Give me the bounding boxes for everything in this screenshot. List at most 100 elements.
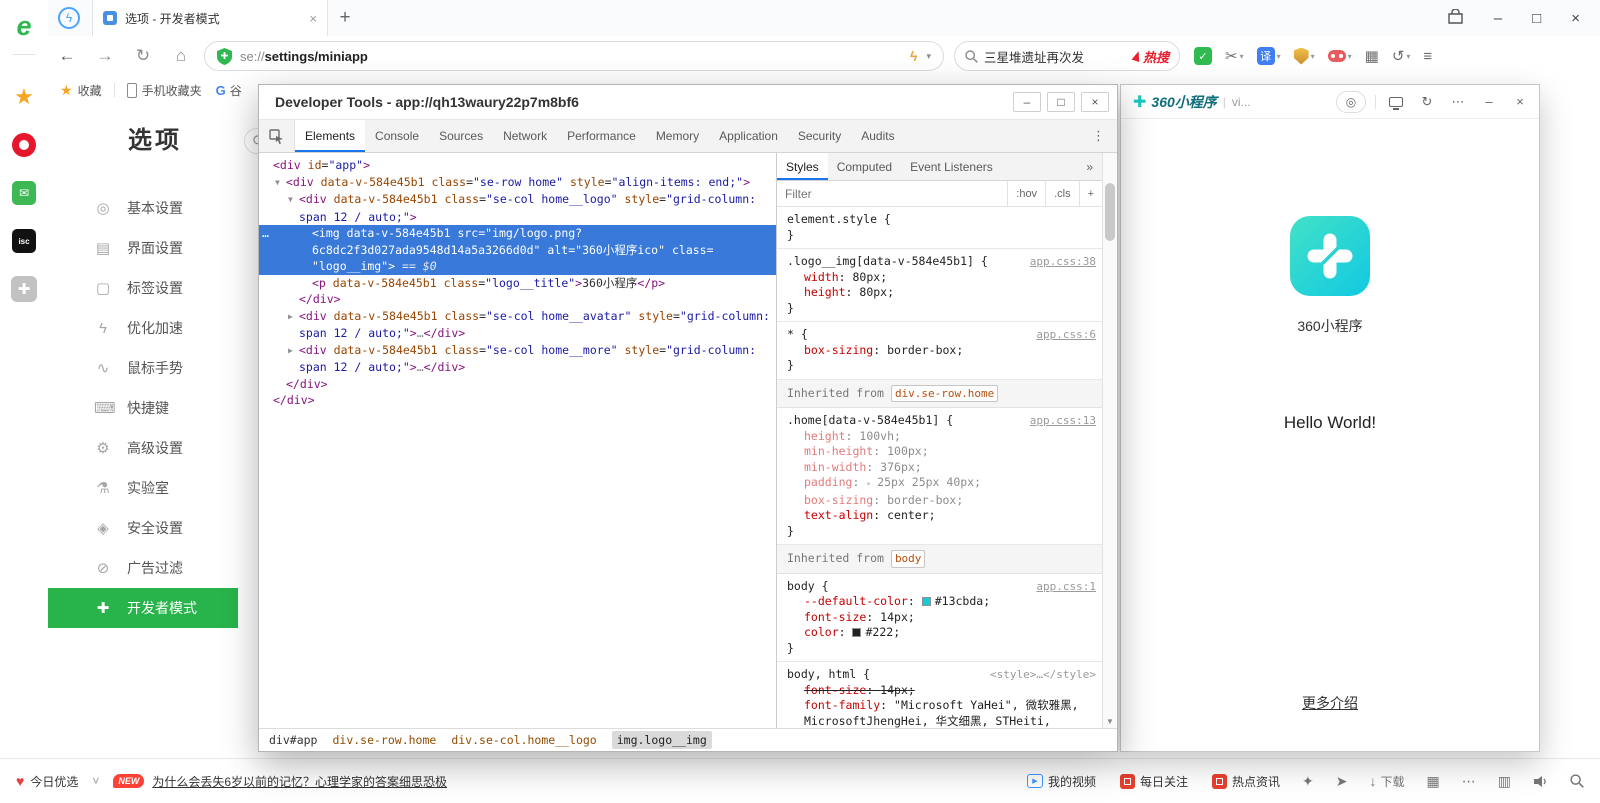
sidebar-item[interactable]: ◎基本设置 <box>48 188 238 228</box>
expand-arrow-icon[interactable]: ▶ <box>288 309 299 326</box>
back-button[interactable]: ← <box>48 46 86 66</box>
desktop-mode-icon[interactable] <box>1385 91 1407 113</box>
dom-tree-line[interactable]: ▶<div data-v-584e45b1 class="se-col home… <box>259 342 776 360</box>
devtools-maximize-button[interactable]: □ <box>1047 92 1075 112</box>
breadcrumb-item[interactable]: div.se-row.home <box>332 733 436 747</box>
download-item[interactable]: ↓下载 <box>1370 773 1405 790</box>
sidebar-item[interactable]: ⌨快捷键 <box>48 388 238 428</box>
hot-news-item[interactable]: 热点资讯 <box>1212 773 1280 790</box>
tab-close-icon[interactable]: × <box>309 11 317 26</box>
dom-tree-line[interactable]: </div> <box>259 291 776 308</box>
locate-button[interactable]: ◎ <box>1336 91 1366 113</box>
css-property[interactable]: color: #222; <box>787 625 1096 641</box>
new-style-rule-button[interactable]: + <box>1079 181 1102 206</box>
devtools-tab-memory[interactable]: Memory <box>646 120 709 152</box>
css-property[interactable]: width: 80px; <box>787 270 1096 286</box>
more-panels-icon[interactable]: » <box>1086 160 1102 174</box>
dom-tree-line[interactable]: ▶<div data-v-584e45b1 class="se-col home… <box>259 308 776 326</box>
dom-tree-line[interactable]: span 12 / auto;">…</div> <box>259 359 776 376</box>
expand-arrow-icon[interactable]: ▶ <box>288 343 299 360</box>
css-property[interactable]: height: 100vh; <box>787 429 1096 445</box>
today-pick-label[interactable]: 今日优选 <box>30 773 78 790</box>
sidebar-item[interactable]: ϟ优化加速 <box>48 308 238 348</box>
home-button[interactable]: ⌂ <box>162 46 200 66</box>
devtools-tab-network[interactable]: Network <box>493 120 557 152</box>
sidebar-item[interactable]: ◈安全设置 <box>48 508 238 548</box>
stylesheet-link[interactable]: app.css:38 <box>1024 254 1096 270</box>
tab-event-listeners[interactable]: Event Listeners <box>901 153 1002 180</box>
isc-rail-icon[interactable]: isc <box>0 217 48 265</box>
note-extension-icon[interactable]: ✓ <box>1194 47 1212 65</box>
screenshot-tool[interactable]: ✂▾ <box>1225 47 1244 65</box>
devtools-minimize-button[interactable]: – <box>1013 92 1041 112</box>
css-property[interactable]: box-sizing: border-box; <box>787 493 1096 509</box>
google-bookmark-label[interactable]: 谷 <box>230 82 242 99</box>
collapse-arrow-icon[interactable]: ▼ <box>275 175 286 192</box>
sidebar-item[interactable]: ✚开发者模式 <box>48 588 238 628</box>
breadcrumb-item[interactable]: img.logo__img <box>612 731 712 749</box>
speed-mode-icon[interactable]: ϟ <box>58 7 80 29</box>
dom-tree-line[interactable]: span 12 / auto;">…</div> <box>259 325 776 342</box>
dom-tree-line[interactable]: </div> <box>259 376 776 393</box>
scroll-down-icon[interactable]: ▼ <box>1103 717 1117 726</box>
scrollbar-thumb[interactable] <box>1105 183 1115 241</box>
favorites-label[interactable]: 收藏 <box>78 82 102 99</box>
sidebar-item[interactable]: ⚙高级设置 <box>48 428 238 468</box>
my-videos-item[interactable]: ▶ 我的视频 <box>1027 773 1096 790</box>
breadcrumb-item[interactable]: div.se-col.home__logo <box>451 733 596 747</box>
pseudo-state-toggle[interactable]: :hov <box>1007 181 1045 206</box>
styles-filter-input[interactable] <box>777 187 1007 201</box>
css-property[interactable]: font-size: 14px; <box>787 683 1096 699</box>
dom-tree-line[interactable]: ▼<div data-v-584e45b1 class="se-row home… <box>259 174 776 192</box>
css-property[interactable]: box-sizing: border-box; <box>787 343 1096 359</box>
speaker-icon[interactable] <box>1533 775 1548 788</box>
dom-tree-line[interactable]: ▼<div data-v-584e45b1 class="se-col home… <box>259 191 776 209</box>
miniapp-rail-icon[interactable]: ✚ <box>0 265 48 313</box>
stylesheet-link[interactable]: app.css:1 <box>1030 579 1096 595</box>
tab-styles[interactable]: Styles <box>777 153 828 180</box>
miniapp-more-icon[interactable]: ⋯ <box>1447 91 1469 113</box>
css-property[interactable]: --default-color: #13cbda; <box>787 594 1096 610</box>
node-menu-icon[interactable]: … <box>262 225 270 242</box>
more-tools-icon[interactable]: ⋯ <box>1462 773 1476 790</box>
devtools-titlebar[interactable]: Developer Tools - app://qh13waury22p7m8b… <box>259 85 1117 119</box>
toolbox-bag-icon[interactable] <box>1447 9 1464 28</box>
page-boost-icon[interactable]: ϟ <box>910 48 917 64</box>
miniapp-refresh-icon[interactable]: ↻ <box>1416 91 1438 113</box>
mobile-favorites-label[interactable]: 手机收藏夹 <box>142 82 202 99</box>
css-property[interactable]: text-align: center; <box>787 508 1096 524</box>
miniapp-titlebar[interactable]: ✚ 360小程序 | vi... ◎ ↻ ⋯ – × <box>1121 85 1539 119</box>
sidebar-item[interactable]: ∿鼠标手势 <box>48 348 238 388</box>
breadcrumb-item[interactable]: div#app <box>269 733 317 747</box>
dom-tree-line[interactable]: </div> <box>259 392 776 409</box>
class-toggle[interactable]: .cls <box>1045 181 1079 206</box>
reload-button[interactable]: ↻ <box>124 46 162 66</box>
devtools-menu-icon[interactable]: ⋮ <box>1080 128 1117 144</box>
mail-rail-icon[interactable]: ✉ <box>0 169 48 217</box>
translate-tool[interactable]: 译▾ <box>1257 47 1281 65</box>
miniapp-close-button[interactable]: × <box>1509 91 1531 113</box>
inherited-node-link[interactable]: div.se-row.home <box>891 385 998 403</box>
page-search-icon[interactable] <box>1570 774 1584 788</box>
menu-icon[interactable]: ≡ <box>1423 48 1432 65</box>
devtools-tab-security[interactable]: Security <box>788 120 851 152</box>
dom-tree-line[interactable]: 6c8dc2f3d027ada9548d14a5a3266d0d" alt="3… <box>259 242 776 259</box>
apps-grid-icon[interactable]: ▦ <box>1365 47 1379 65</box>
dom-tree-line[interactable]: <p data-v-584e45b1 class="logo__title">3… <box>259 275 776 292</box>
tab-computed[interactable]: Computed <box>828 153 901 180</box>
styles-scrollbar[interactable]: ▼ <box>1102 153 1117 728</box>
dom-tree-line[interactable]: <img data-v-584e45b1 src="img/logo.png?… <box>259 225 776 242</box>
game-center-tool[interactable]: ▾ <box>1328 50 1352 62</box>
favorites-rail-icon[interactable]: ★ <box>0 73 48 121</box>
css-property[interactable]: padding: ▸ 25px 25px 40px; <box>787 475 1096 493</box>
address-dropdown-icon[interactable]: ▾ <box>926 51 931 62</box>
devtools-tab-sources[interactable]: Sources <box>429 120 493 152</box>
css-property[interactable]: min-height: 100px; <box>787 444 1096 460</box>
devtools-tab-elements[interactable]: Elements <box>295 120 365 152</box>
weibo-rail-icon[interactable] <box>0 121 48 169</box>
stylesheet-link[interactable]: <style>…</style> <box>984 667 1096 683</box>
devtools-tab-application[interactable]: Application <box>709 120 788 152</box>
side-panel-icon[interactable]: ▥ <box>1498 773 1511 790</box>
sidebar-item[interactable]: ▤界面设置 <box>48 228 238 268</box>
browser-tab[interactable]: 选项 - 开发者模式 × <box>92 0 328 36</box>
